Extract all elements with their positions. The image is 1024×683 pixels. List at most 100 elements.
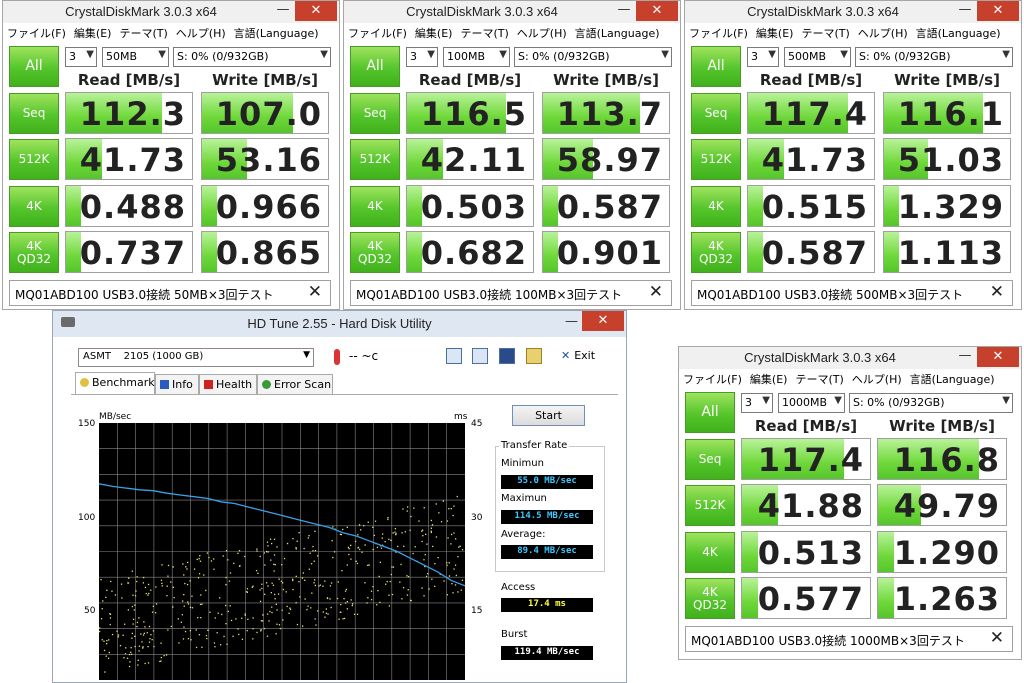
tab-info[interactable]: Info — [155, 374, 199, 394]
comment-field[interactable]: MQ01ABD100 USB3.0接続 100MB×3回テスト ✕ — [350, 280, 672, 306]
clear-comment-icon[interactable]: ✕ — [308, 282, 322, 302]
tab-health[interactable]: Health — [199, 374, 257, 394]
test-button-1[interactable]: 512K — [691, 139, 741, 180]
test-button-2[interactable]: 4K — [9, 186, 59, 227]
comment-field[interactable]: MQ01ABD100 USB3.0接続 50MB×3回テスト ✕ — [9, 280, 331, 306]
drive-select[interactable]: S: 0% (0/932GB) ▼ — [849, 393, 1013, 413]
test-button-1[interactable]: 512K — [685, 485, 735, 526]
access-point — [275, 633, 277, 635]
start-button[interactable]: Start — [512, 405, 585, 426]
save-icon[interactable] — [499, 348, 515, 364]
access-point — [178, 642, 180, 644]
menu-item[interactable]: テーマ(T) — [791, 369, 847, 387]
test-button-3[interactable]: 4K QD32 — [691, 232, 741, 273]
drive-select[interactable]: S: 0% (0/932GB) ▼ — [514, 47, 672, 67]
minimize-button[interactable]: — — [955, 348, 975, 368]
menu-item[interactable]: 言語(Language) — [571, 23, 664, 41]
exit-button[interactable]: ✕ Exit — [561, 349, 595, 362]
test-button-3[interactable]: 4K QD32 — [9, 232, 59, 273]
test-button-2[interactable]: 4K — [685, 532, 735, 573]
menu-item[interactable]: ヘルプ(H) — [172, 23, 230, 41]
write-value: 0.901 — [556, 234, 663, 272]
access-point — [271, 582, 273, 584]
test-button-3[interactable]: 4K QD32 — [685, 578, 735, 619]
access-point — [434, 563, 436, 565]
comment-field[interactable]: MQ01ABD100 USB3.0接続 1000MB×3回テスト ✕ — [685, 626, 1013, 652]
menu-item[interactable]: ファイル(F) — [679, 369, 746, 387]
close-button[interactable]: ✕ — [636, 1, 678, 21]
test-button-3[interactable]: 4K QD32 — [350, 232, 400, 273]
benchmark-plot — [99, 423, 465, 680]
close-button[interactable]: ✕ — [977, 347, 1019, 367]
all-button[interactable]: All — [685, 392, 735, 433]
minimize-button[interactable]: — — [614, 2, 634, 22]
drive-select[interactable]: S: 0% (0/932GB) ▼ — [855, 47, 1013, 67]
size-select[interactable]: 50MB ▼ — [102, 47, 169, 67]
read-result: 0.503 — [406, 185, 534, 227]
options-icon[interactable] — [526, 348, 542, 364]
menu-item[interactable]: 編集(E) — [411, 23, 457, 41]
count-select[interactable]: 3 ▼ — [741, 393, 773, 413]
size-select-value: 1000MB — [782, 396, 828, 409]
copy-all-icon[interactable] — [472, 348, 488, 364]
access-point — [372, 586, 374, 588]
test-button-2[interactable]: 4K — [691, 186, 741, 227]
access-point — [260, 629, 262, 631]
all-button[interactable]: All — [9, 46, 59, 87]
count-select[interactable]: 3 ▼ — [406, 47, 438, 67]
access-point — [167, 575, 169, 577]
copy-icon[interactable] — [446, 348, 462, 364]
all-button[interactable]: All — [350, 46, 400, 87]
menu-item[interactable]: テーマ(T) — [797, 23, 853, 41]
test-button-0[interactable]: Seq — [685, 439, 735, 480]
minimize-button[interactable]: — — [955, 2, 975, 22]
menu-item[interactable]: 編集(E) — [746, 369, 792, 387]
test-button-0[interactable]: Seq — [350, 93, 400, 134]
menu-item[interactable]: 編集(E) — [752, 23, 798, 41]
menu-item[interactable]: ヘルプ(H) — [513, 23, 571, 41]
size-select[interactable]: 1000MB ▼ — [778, 393, 845, 413]
menu-item[interactable]: 編集(E) — [70, 23, 116, 41]
menu-item[interactable]: ファイル(F) — [685, 23, 752, 41]
menu-item[interactable]: 言語(Language) — [230, 23, 323, 41]
clear-comment-icon[interactable]: ✕ — [990, 282, 1004, 302]
menu-item[interactable]: ファイル(F) — [344, 23, 411, 41]
all-button[interactable]: All — [691, 46, 741, 87]
test-button-1[interactable]: 512K — [9, 139, 59, 180]
clear-comment-icon[interactable]: ✕ — [990, 628, 1004, 648]
menu-item[interactable]: 言語(Language) — [906, 369, 999, 387]
access-point — [295, 602, 297, 604]
tab-benchmark[interactable]: Benchmark — [75, 372, 155, 394]
test-button-1[interactable]: 512K — [350, 139, 400, 180]
access-point — [278, 624, 281, 626]
access-point — [219, 597, 221, 599]
count-select[interactable]: 3 ▼ — [65, 47, 97, 67]
menu-item[interactable]: ファイル(F) — [3, 23, 70, 41]
menu-item[interactable]: ヘルプ(H) — [848, 369, 906, 387]
menu-item[interactable]: テーマ(T) — [115, 23, 171, 41]
clear-comment-icon[interactable]: ✕ — [649, 282, 663, 302]
test-button-0[interactable]: Seq — [691, 93, 741, 134]
access-point — [339, 533, 341, 535]
minimize-button[interactable]: — — [565, 314, 578, 329]
close-button[interactable]: ✕ — [582, 311, 624, 331]
size-select[interactable]: 100MB ▼ — [443, 47, 510, 67]
size-select[interactable]: 500MB ▼ — [784, 47, 851, 67]
tab-error-scan[interactable]: Error Scan — [257, 374, 333, 394]
access-point — [451, 583, 453, 585]
minimize-button[interactable]: — — [273, 2, 293, 22]
count-select-value: 3 — [69, 50, 76, 63]
count-select[interactable]: 3 ▼ — [747, 47, 779, 67]
close-button[interactable]: ✕ — [295, 1, 337, 21]
access-point — [170, 581, 172, 583]
drive-select[interactable]: ASMT 2105 (1000 GB) ▼ — [78, 348, 314, 367]
close-button[interactable]: ✕ — [977, 1, 1019, 21]
read-value: 41.73 — [761, 141, 868, 179]
test-button-2[interactable]: 4K — [350, 186, 400, 227]
test-button-0[interactable]: Seq — [9, 93, 59, 134]
drive-select[interactable]: S: 0% (0/932GB) ▼ — [173, 47, 331, 67]
menu-item[interactable]: テーマ(T) — [456, 23, 512, 41]
menu-item[interactable]: 言語(Language) — [912, 23, 1005, 41]
comment-field[interactable]: MQ01ABD100 USB3.0接続 500MB×3回テスト ✕ — [691, 280, 1013, 306]
menu-item[interactable]: ヘルプ(H) — [854, 23, 912, 41]
